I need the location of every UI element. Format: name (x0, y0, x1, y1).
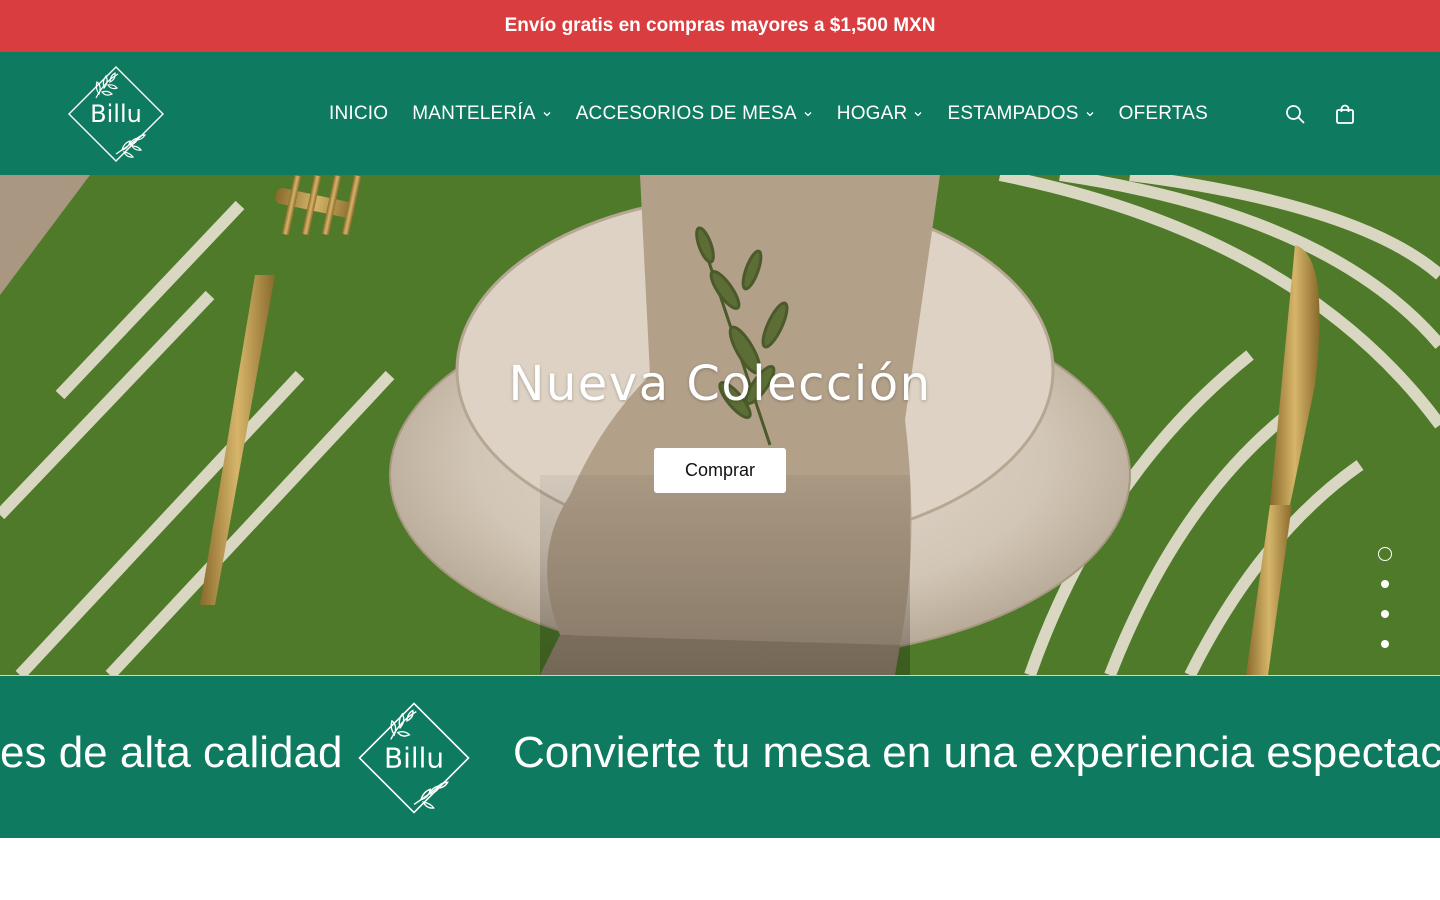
chevron-down-icon (1086, 111, 1094, 116)
nav-item-label: MANTELERÍA (412, 102, 536, 124)
nav-item-hogar[interactable]: HOGAR (837, 103, 924, 125)
nav-item-estampados[interactable]: ESTAMPADOS (947, 103, 1094, 125)
hero-title: Nueva Colección (508, 356, 932, 412)
logo-wordmark: Billu (90, 100, 142, 128)
marquee-text-right: Convierte tu mesa en una experiencia esp… (513, 728, 1440, 777)
nav-item-label: ESTAMPADOS (947, 102, 1079, 124)
slider-dot-4[interactable] (1381, 640, 1389, 648)
nav-item-label: INICIO (329, 102, 389, 124)
main-nav: INICIO MANTELERÍA ACCESORIOS DE MESA HOG… (329, 52, 1208, 175)
shop-now-button[interactable]: Comprar (654, 448, 786, 493)
page-content-start (0, 838, 1440, 900)
nav-item-accesorios-de-mesa[interactable]: ACCESORIOS DE MESA (576, 103, 813, 125)
hero-slider (0, 175, 1440, 675)
slider-dot-3[interactable] (1381, 610, 1389, 618)
chevron-down-icon (543, 111, 551, 116)
announcement-bar: Envío gratis en compras mayores a $1,500… (0, 0, 1440, 52)
nav-item-manteleria[interactable]: MANTELERÍA (412, 103, 551, 125)
announcement-text: Envío gratis en compras mayores a $1,500… (504, 15, 936, 36)
slider-dot-1[interactable] (1378, 547, 1392, 561)
logo-wordmark: Billu (384, 741, 444, 774)
nav-item-inicio[interactable]: INICIO (329, 103, 388, 125)
slider-dot-2[interactable] (1381, 580, 1389, 588)
search-icon[interactable] (1284, 103, 1306, 125)
marquee-text-left: es de alta calidad (0, 728, 343, 777)
brand-logo[interactable]: Billu (66, 64, 166, 164)
nav-item-label: ACCESORIOS DE MESA (575, 102, 797, 124)
nav-item-label: OFERTAS (1118, 102, 1209, 124)
billu-logo-mark: Billu (358, 702, 470, 814)
marquee-banner: es de alta calidad Billu Convierte tu me… (0, 675, 1440, 838)
chevron-down-icon (804, 111, 812, 116)
hero-image (0, 175, 1440, 675)
shopping-bag-icon[interactable] (1334, 103, 1356, 125)
header-actions (1284, 52, 1356, 175)
chevron-down-icon (915, 111, 922, 116)
site-header: Billu INICIO MANTELERÍA ACCESORIOS DE ME… (0, 52, 1440, 175)
billu-logo-mark: Billu (68, 66, 164, 162)
nav-item-label: HOGAR (836, 102, 908, 124)
nav-item-ofertas[interactable]: OFERTAS (1119, 103, 1208, 125)
